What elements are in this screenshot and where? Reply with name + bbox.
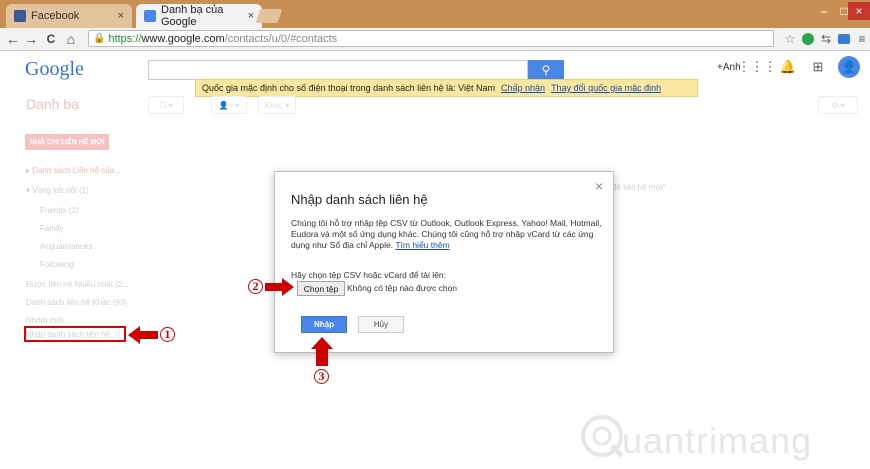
step-badge-1: 1 — [160, 327, 175, 342]
step-badge-2: 2 — [248, 279, 263, 294]
watermark-logo-icon — [581, 415, 624, 458]
arrow-up-icon — [311, 337, 333, 366]
arrow-right-icon — [265, 278, 294, 296]
arrow-left-icon — [128, 326, 158, 344]
watermark-text: uantrimang — [622, 420, 813, 461]
annotation-layer — [128, 278, 333, 366]
step-badge-3: 3 — [314, 369, 329, 384]
